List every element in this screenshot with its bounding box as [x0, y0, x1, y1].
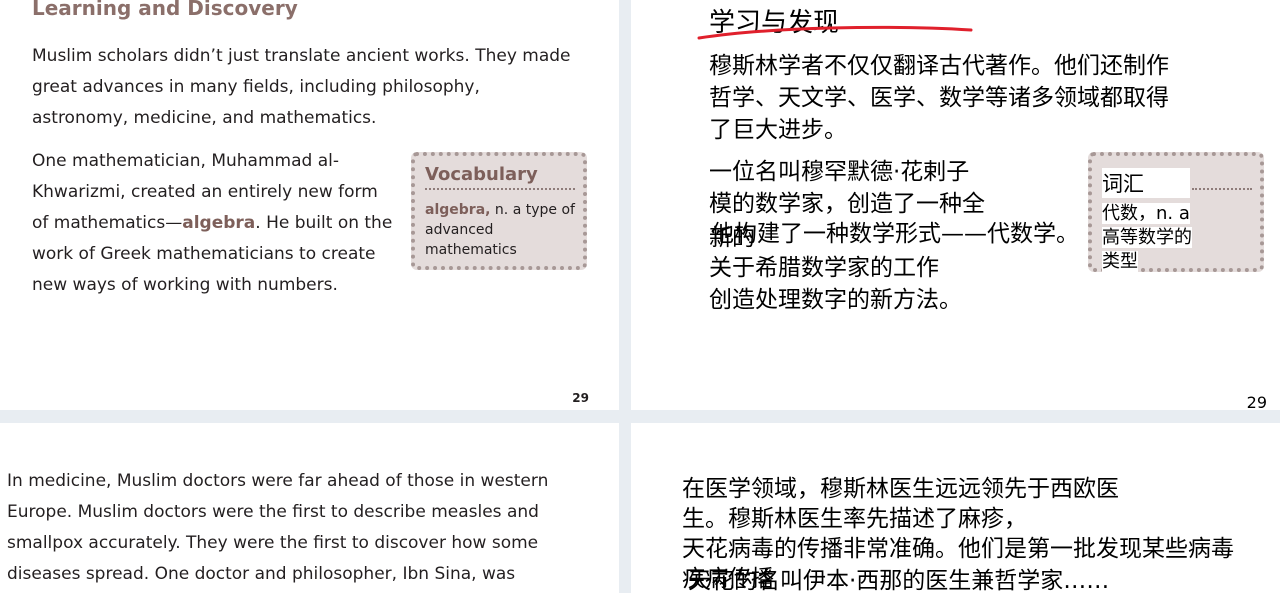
text-line: 在医学领域，穆斯林医生远远领先于西欧医 [682, 476, 1119, 502]
text-line: smallpox accurately. They were the first… [7, 533, 539, 553]
text-line: 生。穆斯林医生率先描述了麻疹， [682, 506, 1027, 532]
paragraph-1: Muslim scholars didn’t just translate an… [32, 46, 571, 128]
vocabulary-term: algebra, [425, 202, 491, 218]
page-number-zh: 29 [1246, 393, 1267, 410]
text-line: 创造处理数字的新方法。 [709, 287, 962, 313]
paragraph-medicine: In medicine, Muslim doctors were far ahe… [7, 466, 548, 590]
vocabulary-title: Vocabulary [425, 164, 538, 185]
page-number: 29 [572, 391, 589, 405]
vocabulary-divider [1192, 188, 1252, 190]
text-line: Europe. Muslim doctors were the first to… [7, 502, 539, 522]
text-fragment: 他构建了一种数学形式——代数学。 [711, 221, 1079, 247]
paragraph-1-zh: 穆斯林学者不仅仅翻译古代著作。他们还制作 哲学、天文学、医学、数学等诸多领域都取… [709, 50, 1169, 146]
text-line: 高等数学的 [1102, 227, 1192, 248]
text-line: 哲学、天文学、医学、数学等诸多领域都取得 [709, 85, 1169, 111]
text-line: 了巨大进步。 [709, 117, 847, 143]
text-fragment: 天花的名叫伊本·西那的医生兼哲学家…… [688, 568, 1110, 593]
overlapping-line: 疾病传播 天花的名叫伊本·西那的医生兼哲学家…… [682, 564, 1234, 593]
vocabulary-box-zh: 词汇 代数，n. a 高等数学的 类型 [1088, 152, 1264, 272]
text-line: 穆斯林学者不仅仅翻译古代著作。他们还制作 [709, 53, 1169, 79]
section-heading: Learning and Discovery [32, 0, 298, 20]
text-line: In medicine, Muslim doctors were far ahe… [7, 471, 549, 491]
text-line: 天花病毒的传播非常准确。他们是第一批发现某些病毒 [682, 536, 1234, 562]
text-line: 类型 [1102, 251, 1138, 272]
vocabulary-box: Vocabulary algebra, n. a type of advance… [411, 152, 587, 270]
vocabulary-divider [425, 188, 575, 190]
english-page-bottom: In medicine, Muslim doctors were far ahe… [0, 423, 619, 593]
vocabulary-title-zh: 词汇 [1102, 168, 1190, 198]
text-line: 代数，n. a [1102, 203, 1190, 224]
paragraph-2: One mathematician, Muhammad al-Khwarizmi… [32, 146, 397, 301]
chinese-page-top: 学习与发现 穆斯林学者不仅仅翻译古代著作。他们还制作 哲学、天文学、医学、数学等… [631, 0, 1280, 410]
paragraph-2-zh: 一位名叫穆罕默德·花剌子 模的数学家，创造了一种全 新的 他构建了一种数学形式—… [709, 156, 1079, 316]
keyword-algebra: algebra [182, 213, 256, 233]
chinese-page-bottom: 在医学领域，穆斯林医生远远领先于西欧医 生。穆斯林医生率先描述了麻疹， 天花病毒… [631, 423, 1280, 593]
text-line: 模的数学家，创造了一种全 [709, 191, 985, 217]
vocabulary-definition: algebra, n. a type of advanced mathemati… [425, 200, 575, 260]
red-underline-annotation [697, 25, 973, 40]
vocabulary-definition-zh: 代数，n. a 高等数学的 类型 [1102, 202, 1192, 274]
text-line: diseases spread. One doctor and philosop… [7, 564, 516, 584]
paragraph-medicine-zh: 在医学领域，穆斯林医生远远领先于西欧医 生。穆斯林医生率先描述了麻疹， 天花病毒… [682, 474, 1234, 593]
english-page-top: Learning and Discovery Muslim scholars d… [0, 0, 619, 410]
text-line: 一位名叫穆罕默德·花剌子 [709, 159, 970, 185]
text-line: 关于希腊数学家的工作 [709, 255, 939, 281]
overlapping-line: 新的 他构建了一种数学形式——代数学。 [709, 220, 1079, 252]
